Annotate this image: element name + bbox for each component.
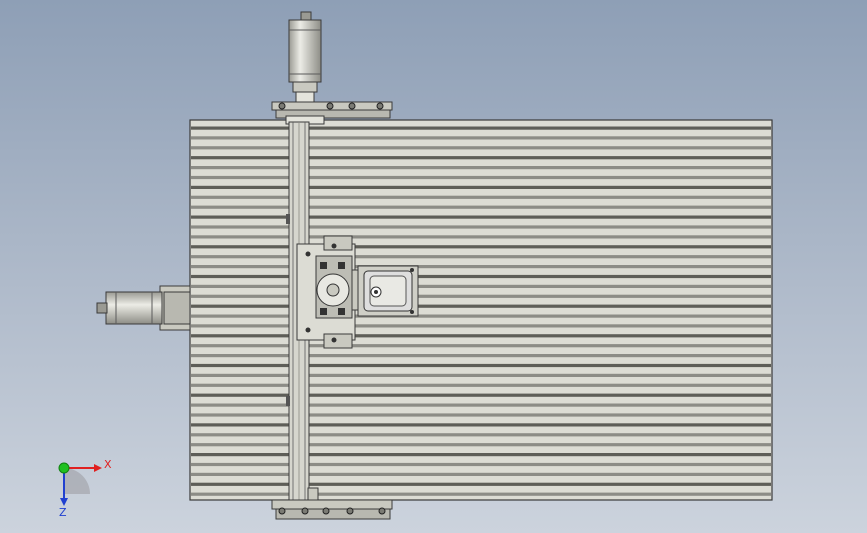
cad-viewport[interactable]: X Z	[0, 0, 867, 533]
extrusion-slot	[191, 225, 771, 229]
extrusion-slot	[191, 205, 771, 209]
extrusion-slot	[191, 175, 771, 180]
extrusion-slot	[191, 195, 771, 199]
extrusion-slot	[191, 215, 771, 219]
extrusion-slot	[191, 453, 771, 457]
extrusion-slot	[191, 314, 771, 318]
extrusion-slot	[191, 383, 771, 387]
x-axis-label: X	[104, 458, 112, 471]
coordinate-triad-icon: X Z	[58, 458, 112, 519]
extrusion-slot	[191, 482, 771, 486]
y-axis-marker	[58, 462, 70, 474]
extrusion-slot	[191, 265, 771, 269]
extrusion-slot	[191, 373, 771, 377]
extrusion-slot	[191, 156, 771, 160]
extrusion-slot	[191, 136, 771, 140]
left-servo-motor	[96, 285, 191, 331]
z-axis-label: Z	[59, 506, 67, 519]
top-servo-motor	[288, 11, 322, 107]
extrusion-slot	[191, 235, 771, 239]
extrusion-slot	[191, 185, 771, 189]
extrusion-slot	[191, 294, 771, 298]
extrusion-slot	[191, 284, 771, 288]
extrusion-slot	[191, 166, 771, 170]
extrusion-slot	[191, 354, 771, 358]
extrusion-slot	[191, 324, 771, 328]
gantry-carriage	[296, 235, 361, 349]
extrusion-slot	[191, 492, 771, 496]
extrusion-slot	[191, 403, 771, 407]
extrusion-slot	[191, 443, 771, 447]
extrusion-slot	[191, 363, 771, 368]
extrusion-slot	[191, 146, 771, 150]
extrusion-slot	[191, 433, 771, 437]
extrusion-slot	[191, 255, 771, 259]
extrusion-slot	[191, 413, 771, 417]
extrusion-slot	[191, 462, 771, 467]
extrusion-bed	[189, 119, 773, 501]
extrusion-slot	[191, 126, 771, 130]
extrusion-slot	[191, 304, 771, 308]
cad-model-canvas[interactable]: X Z	[0, 0, 867, 533]
extrusion-slot	[191, 334, 771, 338]
extrusion-slot	[191, 472, 771, 476]
extrusion-slot	[191, 344, 771, 348]
extrusion-slot	[191, 393, 771, 397]
extrusion-slot	[191, 274, 771, 279]
tool-head	[357, 265, 419, 317]
extrusion-slot	[191, 245, 771, 249]
extrusion-slot	[191, 423, 771, 427]
